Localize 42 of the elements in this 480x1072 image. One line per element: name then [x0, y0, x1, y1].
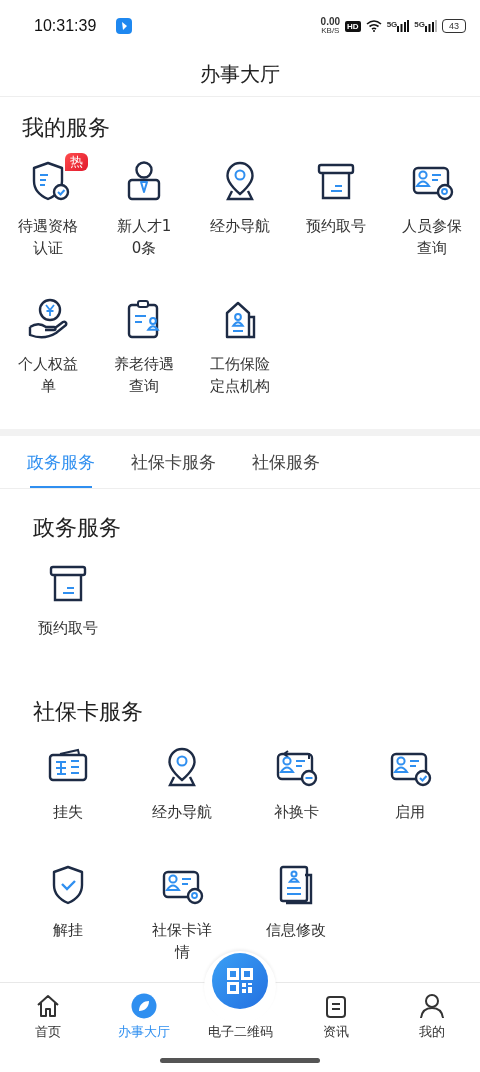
signal-icon: [397, 20, 410, 32]
battery-level: 43: [442, 19, 466, 33]
app-notification-icon: [116, 18, 133, 34]
service-item[interactable]: 启用: [364, 745, 456, 849]
service-item[interactable]: 补换卡: [249, 745, 343, 849]
home-icon: [35, 993, 61, 1019]
section-title: 社保卡服务: [33, 698, 144, 726]
tab[interactable]: 社保服务: [241, 436, 331, 488]
net-speed-unit: KB/S: [321, 27, 340, 35]
network-type: 5G: [414, 20, 425, 29]
nav-item[interactable]: 首页: [0, 983, 96, 1072]
nav-item[interactable]: 我的: [384, 983, 480, 1072]
section-title: 政务服务: [33, 514, 122, 542]
section-title: 我的服务: [22, 114, 111, 142]
tab[interactable]: 社保卡服务: [120, 436, 227, 488]
qr-code-icon: [212, 953, 268, 1009]
service-item[interactable]: 预约取号: [296, 151, 376, 275]
service-item[interactable]: 经办导航: [200, 151, 280, 275]
wifi-icon: [365, 20, 382, 32]
service-item[interactable]: 预约取号: [14, 561, 122, 665]
service-item[interactable]: 人员参保查询: [391, 151, 473, 275]
coin-hand-icon: [26, 297, 70, 341]
service-item[interactable]: 养老待遇查询: [103, 289, 185, 413]
hd-badge: HD: [345, 20, 361, 32]
signal-icon: [425, 20, 437, 32]
service-item[interactable]: 待遇资格认证 热: [7, 151, 89, 275]
service-item[interactable]: 经办导航: [128, 745, 236, 849]
leaf-icon: [131, 993, 157, 1019]
service-item[interactable]: 挂失: [22, 745, 114, 849]
service-item[interactable]: 解挂: [22, 863, 114, 967]
status-time: 10:31:39: [34, 17, 97, 35]
service-item[interactable]: 工伤保险定点机构: [199, 289, 281, 413]
clipboard-icon: [323, 993, 349, 1019]
page-title: 办事大厅: [200, 60, 280, 88]
nav-item[interactable]: 资讯: [288, 983, 384, 1072]
service-item[interactable]: 个人权益单: [7, 289, 89, 413]
nav-item[interactable]: 办事大厅: [96, 983, 192, 1072]
person-icon: [419, 993, 445, 1019]
hot-badge: 热: [65, 153, 88, 171]
service-item[interactable]: 新人才10条: [103, 151, 185, 275]
network-type: 5G: [386, 20, 398, 29]
net-speed: 0.00: [320, 17, 341, 27]
